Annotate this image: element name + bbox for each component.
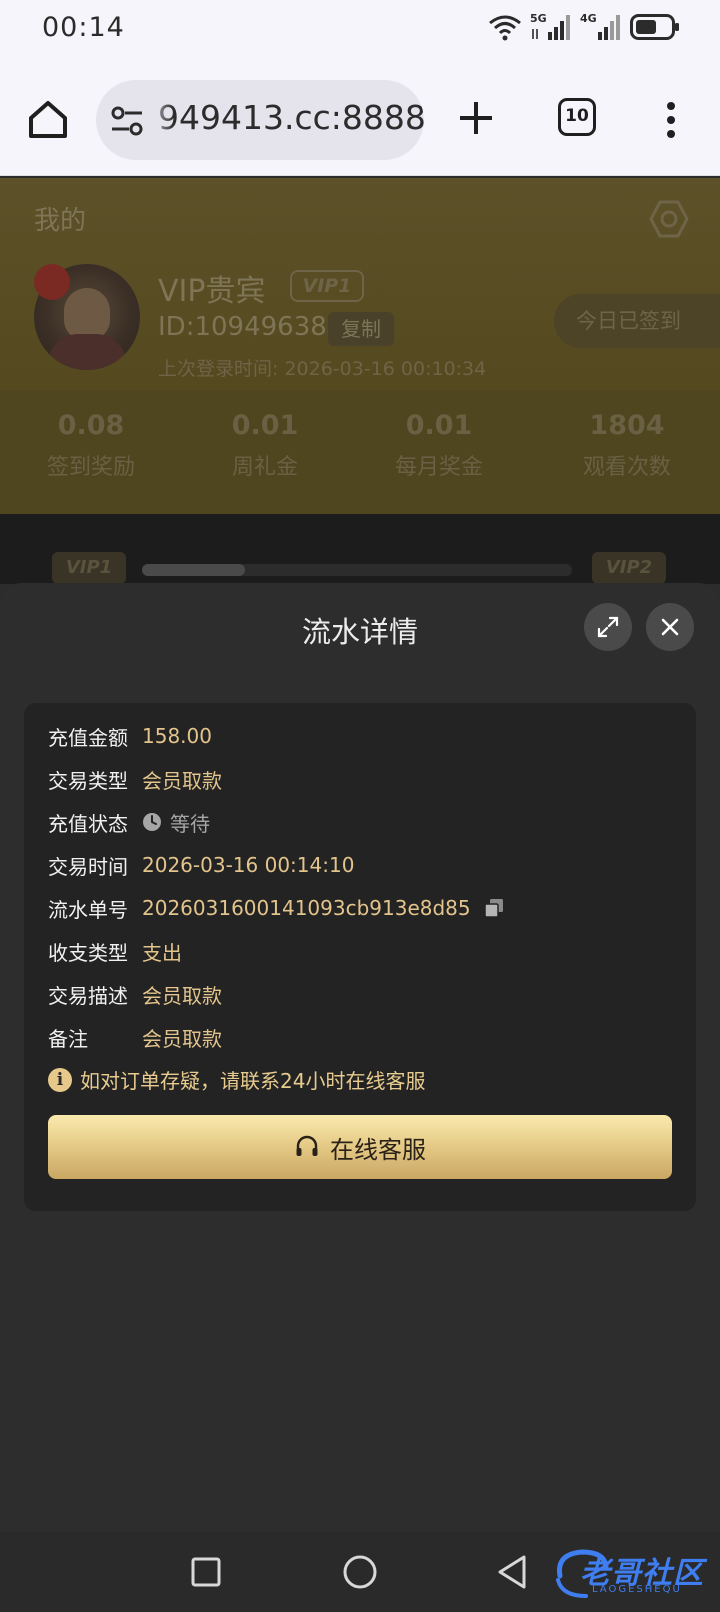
detail-row-type: 交易类型 会员取款 bbox=[48, 764, 222, 794]
svg-text:5G: 5G bbox=[530, 12, 547, 25]
url-fade bbox=[144, 80, 174, 160]
stat-value: 0.08 bbox=[57, 410, 125, 441]
row-label: 收支类型 bbox=[48, 940, 128, 965]
row-value: 158.00 bbox=[142, 724, 212, 748]
row-value: 支出 bbox=[142, 940, 182, 965]
status-text: 等待 bbox=[170, 811, 210, 836]
detail-row-direction: 收支类型 支出 bbox=[48, 936, 182, 966]
expand-icon bbox=[597, 616, 619, 638]
tab-switcher-button[interactable]: 10 bbox=[558, 98, 596, 136]
stat-label: 观看次数 bbox=[582, 455, 671, 480]
system-nav-bar: 老哥社区 LAOGESHEQU bbox=[0, 1532, 720, 1612]
signal-4g-icon: 4G bbox=[580, 12, 620, 40]
stat-value: 1804 bbox=[589, 410, 665, 441]
user-name: VIP贵宾 bbox=[158, 274, 266, 309]
detail-card: 充值金额 158.00 交易类型 会员取款 充值状态 等待 交易时间 2026-… bbox=[24, 703, 696, 1211]
row-value: 会员取款 bbox=[142, 983, 222, 1008]
svg-text:4G: 4G bbox=[580, 12, 597, 25]
home-icon[interactable] bbox=[26, 98, 70, 142]
last-login-time: 上次登录时间: 2026-03-16 00:10:34 bbox=[158, 358, 487, 380]
stat-label: 签到奖励 bbox=[46, 455, 135, 480]
avatar-body bbox=[48, 334, 126, 370]
profile-header: 我的 VIP贵宾 VIP1 ID:10949638 复制 上次登录时间: 202… bbox=[0, 178, 720, 514]
copy-id-button[interactable]: 复制 bbox=[328, 312, 394, 346]
stats-row: 0.08 签到奖励 0.01 周礼金 0.01 每月奖金 1804 观看次数 bbox=[0, 390, 720, 514]
url-text: 949413.cc:8888 bbox=[158, 98, 424, 137]
detail-row-time: 交易时间 2026-03-16 00:14:10 bbox=[48, 850, 354, 880]
row-value: 2026-03-16 00:14:10 bbox=[142, 853, 355, 877]
settings-icon[interactable] bbox=[648, 198, 690, 240]
status-time: 00:14 bbox=[42, 12, 125, 43]
browser-toolbar: 949413.cc:8888 10 bbox=[0, 56, 720, 176]
stat-monthly-bonus[interactable]: 0.01 每月奖金 bbox=[354, 410, 524, 481]
vip-progress-from: VIP1 bbox=[52, 552, 126, 584]
support-notice: i 如对订单存疑，请联系24小时在线客服 bbox=[48, 1065, 425, 1094]
headset-icon bbox=[296, 1135, 318, 1156]
notice-text: 如对订单存疑，请联系24小时在线客服 bbox=[80, 1069, 426, 1093]
row-label: 交易时间 bbox=[48, 854, 128, 879]
stat-value: 0.01 bbox=[405, 410, 473, 441]
row-label: 充值状态 bbox=[48, 811, 128, 836]
online-service-label: 在线客服 bbox=[330, 1135, 426, 1164]
row-value: 2026031600141093cb913e8d85 bbox=[142, 896, 471, 920]
row-value: 会员取款 bbox=[142, 768, 222, 793]
expand-button[interactable] bbox=[584, 603, 632, 651]
detail-row-amount: 充值金额 158.00 bbox=[48, 721, 212, 751]
row-label: 交易描述 bbox=[48, 983, 128, 1008]
row-label: 流水单号 bbox=[48, 897, 128, 922]
row-label: 充值金额 bbox=[48, 725, 128, 750]
detail-row-remark: 备注 会员取款 bbox=[48, 1022, 222, 1052]
detail-row-serial: 流水单号 2026031600141093cb913e8d85 bbox=[48, 893, 505, 923]
vip-progress-to: VIP2 bbox=[592, 552, 666, 584]
avatar-face bbox=[64, 288, 110, 340]
info-icon: i bbox=[48, 1067, 72, 1092]
new-tab-icon[interactable] bbox=[456, 98, 496, 138]
status-value: 等待 bbox=[142, 808, 210, 837]
transaction-detail-sheet: 流水详情 充值金额 158.00 交易类型 会员取款 充值状态 等待 交易时间 … bbox=[0, 583, 720, 1532]
watermark-logo: 老哥社区 LAOGESHEQU bbox=[552, 1542, 720, 1604]
site-settings-icon[interactable] bbox=[110, 106, 144, 136]
row-value: 会员取款 bbox=[142, 1026, 222, 1051]
status-bar: 00:14 5G 4G bbox=[0, 0, 720, 56]
clock-icon bbox=[143, 813, 161, 831]
signal-5g-icon: 5G bbox=[530, 12, 570, 40]
stat-label: 每月奖金 bbox=[394, 455, 483, 480]
detail-row-description: 交易描述 会员取款 bbox=[48, 979, 222, 1009]
stat-weekly-gift[interactable]: 0.01 周礼金 bbox=[180, 410, 350, 481]
battery-icon bbox=[630, 14, 679, 40]
user-id: ID:10949638 bbox=[158, 312, 327, 342]
wifi-icon bbox=[489, 15, 521, 41]
copy-icon[interactable] bbox=[483, 897, 505, 919]
avatar-badge bbox=[34, 264, 70, 300]
stat-label: 周礼金 bbox=[231, 455, 298, 480]
recents-icon[interactable] bbox=[190, 1556, 222, 1588]
home-nav-icon[interactable] bbox=[342, 1554, 378, 1590]
page-title: 我的 bbox=[34, 206, 87, 236]
row-label: 备注 bbox=[48, 1026, 88, 1051]
close-icon bbox=[661, 618, 679, 636]
status-icons: 5G 4G bbox=[488, 12, 680, 42]
address-bar[interactable]: 949413.cc:8888 bbox=[96, 80, 424, 160]
detail-row-status: 充值状态 等待 bbox=[48, 807, 210, 837]
more-menu-icon[interactable] bbox=[664, 100, 678, 140]
vip-level-badge: VIP1 bbox=[290, 270, 364, 302]
back-icon[interactable] bbox=[494, 1554, 530, 1590]
stat-value: 0.01 bbox=[231, 410, 299, 441]
stat-view-count[interactable]: 1804 观看次数 bbox=[542, 410, 712, 481]
watermark-subtext: LAOGESHEQU bbox=[592, 1584, 682, 1595]
stat-checkin-reward[interactable]: 0.08 签到奖励 bbox=[6, 410, 176, 481]
vip-progress-fill bbox=[142, 564, 245, 576]
row-label: 交易类型 bbox=[48, 768, 128, 793]
online-service-button[interactable]: 在线客服 bbox=[48, 1115, 672, 1179]
close-button[interactable] bbox=[646, 603, 694, 651]
checkin-button[interactable]: 今日已签到 bbox=[554, 294, 720, 348]
vip-progress: VIP1 VIP2 bbox=[0, 514, 720, 584]
